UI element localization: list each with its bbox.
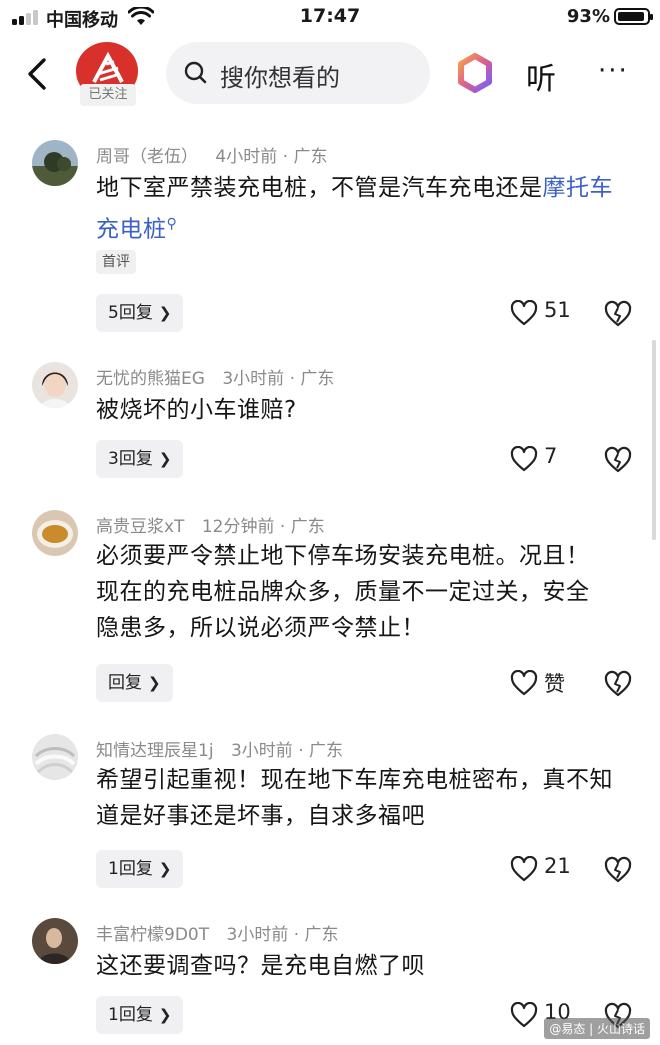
- search-placeholder: 搜你想看的: [220, 64, 340, 92]
- like-count: 21: [544, 854, 571, 878]
- replies-button[interactable]: 1回复 ❯: [96, 850, 184, 888]
- comment-text: 这还要调查吗？是充电自燃了呗: [96, 953, 425, 979]
- watermark: @易态 | 火山诗话: [544, 1018, 650, 1039]
- comment-meta: 丰富柠檬9D0T 3小时前 · 广东: [96, 920, 339, 945]
- like-count: 7: [544, 444, 558, 468]
- comment-location: · 广东: [289, 369, 335, 389]
- replies-label: 3回复: [108, 449, 153, 469]
- battery-icon: [614, 8, 653, 25]
- user-avatar[interactable]: [32, 510, 78, 556]
- user-name[interactable]: 丰富柠檬9D0T: [96, 925, 209, 945]
- account-avatar[interactable]: 已关注: [76, 42, 140, 106]
- doubao-ai-icon[interactable]: [456, 53, 494, 93]
- comment-time: 3小时前: [230, 741, 293, 761]
- comment-location: · 广东: [282, 147, 328, 167]
- replies-button[interactable]: 1回复 ❯: [96, 996, 184, 1034]
- chevron-right-icon: ❯: [158, 1006, 172, 1024]
- comment-text: 地下室严禁装充电桩，不管是汽车充电还是摩托车充电桩⚲: [96, 170, 626, 248]
- heart-icon: [510, 856, 538, 882]
- user-name[interactable]: 知情达理辰星1j: [96, 741, 214, 761]
- heart-icon: [510, 1002, 538, 1028]
- user-avatar[interactable]: [32, 918, 78, 964]
- comment-meta: 知情达理辰星1j 3小时前 · 广东: [96, 736, 343, 761]
- more-options-button[interactable]: ···: [598, 58, 634, 88]
- clock: 17:47: [299, 5, 361, 27]
- replies-button[interactable]: 3回复 ❯: [96, 440, 184, 478]
- top-nav: 已关注 搜你想看的 听 ···: [0, 38, 660, 110]
- comment-location: · 广东: [279, 517, 325, 537]
- user-name[interactable]: 无忧的熊猫EG: [96, 369, 205, 389]
- comment-time: 3小时前: [222, 369, 285, 389]
- comment-time: 4小时前: [215, 147, 278, 167]
- user-name[interactable]: 高贵豆浆xT: [96, 517, 184, 537]
- dislike-heart-icon[interactable]: [604, 856, 632, 884]
- comment-meta: 周哥（老伍） 4小时前 · 广东: [96, 142, 327, 167]
- dislike-heart-icon[interactable]: [604, 300, 632, 328]
- comment-time: 3小时前: [226, 925, 289, 945]
- like-count: 赞: [544, 672, 565, 696]
- back-arrow-icon[interactable]: [22, 54, 56, 94]
- replies-button[interactable]: 回复 ❯: [96, 664, 173, 702]
- chevron-right-icon: ❯: [158, 304, 172, 322]
- user-avatar[interactable]: [32, 734, 78, 780]
- dislike-heart-icon[interactable]: [604, 446, 632, 474]
- comment-location: · 广东: [298, 741, 343, 761]
- user-avatar[interactable]: [32, 362, 78, 408]
- replies-label: 5回复: [108, 303, 153, 323]
- heart-icon: [510, 446, 538, 472]
- search-box[interactable]: 搜你想看的: [166, 42, 430, 104]
- like-count: 51: [544, 298, 571, 322]
- comment-text: 被烧坏的小车谁赔?: [96, 397, 297, 423]
- replies-button[interactable]: 5回复 ❯: [96, 294, 184, 332]
- heart-icon: [510, 300, 538, 326]
- battery-percent: 93%: [566, 6, 610, 27]
- comment-text: 希望引起重视！现在地下车库充电桩密布，真不知道是好事还是坏事，自求多福吧: [96, 767, 613, 829]
- chevron-right-icon: ❯: [158, 860, 172, 878]
- search-link-icon: ⚲: [166, 216, 178, 232]
- followed-badge[interactable]: 已关注: [80, 84, 136, 106]
- status-bar: 中国移动 17:47 93%: [0, 0, 660, 34]
- search-icon: [184, 61, 207, 84]
- replies-label: 1回复: [108, 1005, 153, 1025]
- comment-text-part: 地下室严禁装充电桩，不管是汽车充电还是: [96, 175, 543, 201]
- chevron-right-icon: ❯: [148, 674, 161, 692]
- replies-label: 回复: [108, 673, 142, 693]
- comment-location: · 广东: [293, 925, 339, 945]
- scrollbar[interactable]: [652, 340, 656, 540]
- comment-meta: 高贵豆浆xT 12分钟前 · 广东: [96, 512, 325, 537]
- comment-text: 必须要严令禁止地下停车场安装充电桩。况且！现在的充电桩品牌众多，质量不一定过关，…: [96, 543, 590, 641]
- heart-icon: [510, 670, 538, 696]
- user-avatar[interactable]: [32, 140, 78, 186]
- comment-time: 12分钟前: [201, 517, 275, 537]
- chevron-right-icon: ❯: [158, 450, 172, 468]
- replies-label: 1回复: [108, 859, 153, 879]
- listen-button[interactable]: 听: [526, 54, 556, 98]
- first-comment-badge: 首评: [96, 250, 136, 274]
- user-name[interactable]: 周哥（老伍）: [96, 147, 198, 167]
- dislike-heart-icon[interactable]: [604, 670, 632, 698]
- comment-meta: 无忧的熊猫EG 3小时前 · 广东: [96, 364, 334, 389]
